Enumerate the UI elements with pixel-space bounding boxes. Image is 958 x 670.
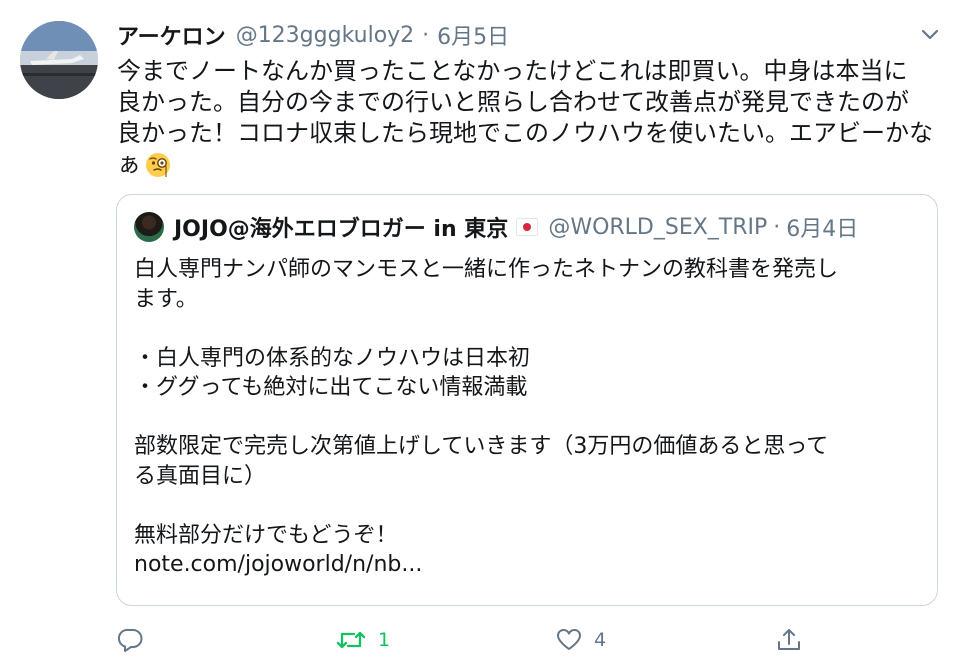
quoted-date: 6月4日 bbox=[786, 217, 859, 242]
tweet-header: アーケロン @123gggkuloy2 · 6月5日 bbox=[117, 18, 509, 52]
tweet-line: ぁ bbox=[117, 150, 141, 178]
like-count: 4 bbox=[594, 629, 607, 651]
quoted-tweet-header: JOJO@海外エロブロガー in 東京 @WORLD_SEX_TRIP · 6月… bbox=[134, 210, 858, 244]
quoted-line: 白人専門ナンパ師のマンモスと一緒に作ったネトナンの教科書を発売し bbox=[134, 257, 839, 282]
retweet-count: 1 bbox=[378, 629, 391, 651]
quoted-line: 無料部分だけでもどうぞ！ bbox=[134, 522, 398, 548]
quoted-tweet-text: 白人専門ナンパ師のマンモスと一緒に作ったネトナンの教科書を発売し ます。 ・白人… bbox=[134, 255, 924, 580]
more-options-chevron-icon[interactable] bbox=[918, 26, 942, 44]
tweet-date[interactable]: 6月5日 bbox=[437, 19, 509, 51]
quoted-link[interactable]: note.com/jojoworld/n/nb... bbox=[134, 550, 924, 580]
quoted-line: ・ググっても絶対に出てこない情報満載 bbox=[134, 375, 528, 400]
avatar-photo bbox=[20, 21, 98, 99]
separator-dot: · bbox=[773, 214, 781, 240]
reply-button[interactable] bbox=[118, 622, 156, 658]
quoted-line: ・白人専門の体系的なノウハウは日本初 bbox=[134, 345, 531, 371]
japan-flag-icon bbox=[516, 218, 539, 236]
share-button[interactable] bbox=[776, 622, 802, 658]
author-name[interactable]: アーケロン bbox=[117, 19, 226, 51]
tweet-line: 良かった！コロナ収束したら現地でこのノウハウを使いたい。エアビーかな bbox=[117, 119, 933, 147]
tweet-text: 今までノートなんか買ったことなかったけどこれは即買い。中身は本当に 良かった。自… bbox=[117, 56, 947, 180]
quoted-avatar bbox=[134, 212, 164, 242]
face-with-monocle-icon bbox=[145, 152, 171, 178]
reply-icon bbox=[118, 628, 143, 652]
like-button[interactable]: 4 bbox=[556, 622, 606, 658]
quoted-line bbox=[134, 314, 924, 344]
retweet-icon bbox=[336, 631, 366, 649]
quoted-line: 部数限定で完売し次第値上げしていきます（3万円の価値あると思って bbox=[134, 434, 829, 459]
quoted-line: る真面目に） bbox=[134, 463, 267, 489]
author-handle[interactable]: @123gggkuloy2 bbox=[236, 23, 414, 48]
quoted-author-name: JOJO@海外エロブロガー in 東京 bbox=[174, 217, 509, 242]
tweet-line-last: ぁ bbox=[117, 149, 947, 180]
avatar[interactable] bbox=[20, 21, 98, 99]
tweet-line: 今までノートなんか買ったことなかったけどこれは即買い。中身は本当に bbox=[117, 57, 908, 85]
quoted-author-handle: @WORLD_SEX_TRIP bbox=[548, 214, 768, 240]
tweet-line: 良かった。自分の今までの行いと照らし合わせて改善点が発見できたのが bbox=[117, 88, 909, 116]
share-icon bbox=[778, 629, 800, 650]
retweet-button[interactable]: 1 bbox=[336, 622, 390, 658]
quoted-line bbox=[134, 403, 924, 433]
quoted-line: ます。 bbox=[134, 286, 198, 312]
quoted-line bbox=[134, 491, 924, 521]
separator-dot: · bbox=[422, 22, 430, 48]
heart-icon bbox=[557, 629, 581, 650]
